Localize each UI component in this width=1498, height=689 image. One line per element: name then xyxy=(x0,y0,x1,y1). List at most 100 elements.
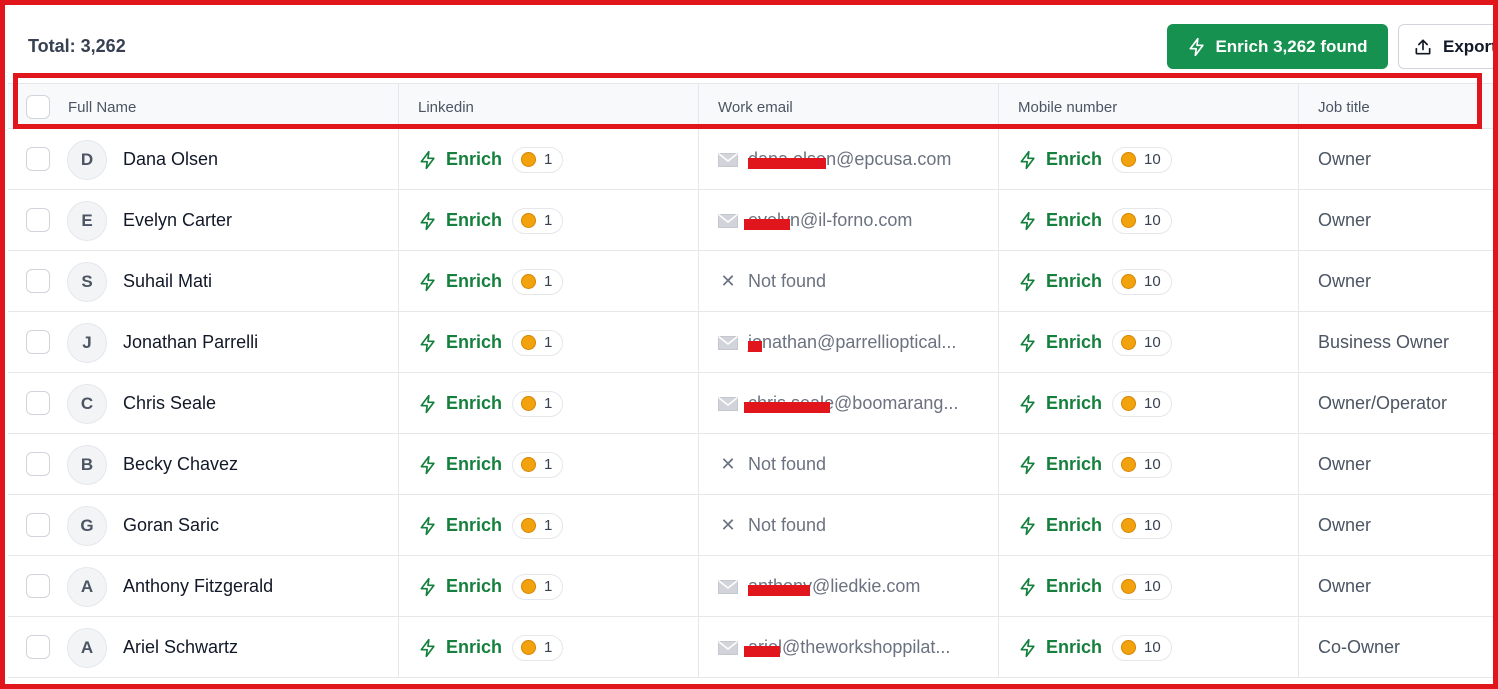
credit-badge: 1 xyxy=(512,390,564,417)
row-checkbox[interactable] xyxy=(26,452,50,476)
work-email[interactable]: evelyn@il-forno.com xyxy=(718,210,912,231)
column-job-title[interactable]: Job title xyxy=(1298,84,1498,130)
enrich-mobile-button[interactable]: Enrich xyxy=(1018,637,1102,658)
coin-icon xyxy=(521,518,537,533)
table-row[interactable]: A Ariel Schwartz Enrich 1 ariel@theworks… xyxy=(8,617,1498,678)
job-title: Co-Owner xyxy=(1318,637,1401,657)
table-row[interactable]: B Becky Chavez Enrich 1 ✕ Not found Enric… xyxy=(8,434,1498,495)
work-email-cell: ✕ Not found xyxy=(698,251,998,312)
name-cell: B Becky Chavez xyxy=(8,434,398,495)
linkedin-cell: Enrich 1 xyxy=(398,251,698,312)
row-checkbox[interactable] xyxy=(26,391,50,415)
work-email[interactable]: jonathan@parrellioptical... xyxy=(718,332,956,353)
full-name[interactable]: Chris Seale xyxy=(123,393,216,414)
column-mobile-number[interactable]: Mobile number xyxy=(998,84,1298,130)
table-row[interactable]: C Chris Seale Enrich 1 chris.seale@booma… xyxy=(8,373,1498,434)
select-all-checkbox[interactable] xyxy=(26,95,50,119)
credit-badge: 1 xyxy=(512,573,564,600)
credit-count: 10 xyxy=(1144,639,1161,656)
credit-count: 10 xyxy=(1144,334,1161,351)
export-button[interactable]: Export xyxy=(1398,24,1498,69)
avatar: C xyxy=(67,384,107,424)
enrich-linkedin-button[interactable]: Enrich xyxy=(418,210,502,231)
coin-icon xyxy=(1121,518,1137,533)
full-name[interactable]: Ariel Schwartz xyxy=(123,637,238,658)
total-count: Total: 3,262 xyxy=(28,36,126,56)
credit-badge: 10 xyxy=(1112,451,1172,478)
work-email[interactable]: ariel@theworkshoppilat... xyxy=(718,637,950,658)
credit-badge: 10 xyxy=(1112,329,1172,356)
column-work-email[interactable]: Work email xyxy=(698,84,998,130)
full-name[interactable]: Jonathan Parrelli xyxy=(123,332,258,353)
enrich-linkedin-button[interactable]: Enrich xyxy=(418,454,502,475)
table-row[interactable]: E Evelyn Carter Enrich 1 evelyn@il-forno… xyxy=(8,190,1498,251)
full-name[interactable]: Anthony Fitzgerald xyxy=(123,576,273,597)
enrich-mobile-button[interactable]: Enrich xyxy=(1018,515,1102,536)
linkedin-cell: Enrich 1 xyxy=(398,556,698,617)
coin-icon xyxy=(1121,640,1137,655)
row-checkbox[interactable] xyxy=(26,513,50,537)
row-checkbox[interactable] xyxy=(26,208,50,232)
enrich-mobile-button[interactable]: Enrich xyxy=(1018,271,1102,292)
enrich-mobile-button[interactable]: Enrich xyxy=(1018,332,1102,353)
table-row[interactable]: G Goran Saric Enrich 1 ✕ Not found Enrich… xyxy=(8,495,1498,556)
column-full-name[interactable]: Full Name xyxy=(8,84,398,130)
full-name[interactable]: Dana Olsen xyxy=(123,149,218,170)
full-name[interactable]: Suhail Mati xyxy=(123,271,212,292)
coin-icon xyxy=(521,640,537,655)
job-title: Owner xyxy=(1318,271,1372,291)
column-label: Job title xyxy=(1318,98,1370,116)
work-email-cell: dana.olsen@epcusa.com xyxy=(698,129,998,190)
full-name[interactable]: Goran Saric xyxy=(123,515,219,536)
enrich-linkedin-button[interactable]: Enrich xyxy=(418,637,502,658)
enrich-mobile-button[interactable]: Enrich xyxy=(1018,393,1102,414)
work-email[interactable]: anthony@liedkie.com xyxy=(718,576,920,597)
lightning-icon xyxy=(1189,37,1205,56)
enrich-linkedin-button[interactable]: Enrich xyxy=(418,271,502,292)
credit-badge: 1 xyxy=(512,207,564,234)
work-email-cell: ✕ Not found xyxy=(698,495,998,556)
enrich-mobile-button[interactable]: Enrich xyxy=(1018,576,1102,597)
enrich-linkedin-button[interactable]: Enrich xyxy=(418,393,502,414)
enrich-label: Enrich xyxy=(446,332,503,352)
full-name[interactable]: Becky Chavez xyxy=(123,454,238,475)
coin-icon xyxy=(1121,396,1137,411)
enrich-all-button[interactable]: Enrich 3,262 found xyxy=(1167,24,1388,69)
row-checkbox[interactable] xyxy=(26,269,50,293)
not-found-text: Not found xyxy=(748,515,827,535)
work-email[interactable]: dana.olsen@epcusa.com xyxy=(718,149,951,170)
x-icon: ✕ xyxy=(720,454,736,474)
enrich-label: Enrich xyxy=(446,637,503,657)
credit-badge: 10 xyxy=(1112,573,1172,600)
full-name[interactable]: Evelyn Carter xyxy=(123,210,232,231)
enrich-mobile-button[interactable]: Enrich xyxy=(1018,210,1102,231)
column-linkedin[interactable]: Linkedin xyxy=(398,84,698,130)
row-checkbox[interactable] xyxy=(26,574,50,598)
enrich-linkedin-button[interactable]: Enrich xyxy=(418,576,502,597)
mobile-cell: Enrich 10 xyxy=(998,312,1298,373)
enrich-mobile-button[interactable]: Enrich xyxy=(1018,149,1102,170)
enrich-mobile-button[interactable]: Enrich xyxy=(1018,454,1102,475)
toolbar: Total: 3,262 Enrich 3,262 found Export xyxy=(0,0,1498,80)
export-label: Export xyxy=(1443,36,1497,56)
avatar: J xyxy=(67,323,107,363)
credit-badge: 1 xyxy=(512,146,564,173)
enrich-linkedin-button[interactable]: Enrich xyxy=(418,149,502,170)
job-title-cell: Owner xyxy=(1298,129,1498,190)
table-row[interactable]: A Anthony Fitzgerald Enrich 1 anthony@li… xyxy=(8,556,1498,617)
job-title-cell: Owner xyxy=(1298,190,1498,251)
table-row[interactable]: S Suhail Mati Enrich 1 ✕ Not found Enrich… xyxy=(8,251,1498,312)
row-checkbox[interactable] xyxy=(26,147,50,171)
enrich-label: Enrich xyxy=(1046,149,1103,169)
enrich-linkedin-button[interactable]: Enrich xyxy=(418,515,502,536)
enrich-linkedin-button[interactable]: Enrich xyxy=(418,332,502,353)
row-checkbox[interactable] xyxy=(26,330,50,354)
enrich-label: Enrich xyxy=(446,271,503,291)
redaction-mark xyxy=(744,646,780,657)
work-email[interactable]: chris.seale@boomarang... xyxy=(718,393,958,414)
table-row[interactable]: D Dana Olsen Enrich 1 dana.olsen@epcusa.… xyxy=(8,129,1498,190)
job-title-cell: Owner/Operator xyxy=(1298,373,1498,434)
lightning-icon xyxy=(1020,394,1035,413)
row-checkbox[interactable] xyxy=(26,635,50,659)
table-row[interactable]: J Jonathan Parrelli Enrich 1 jonathan@pa… xyxy=(8,312,1498,373)
